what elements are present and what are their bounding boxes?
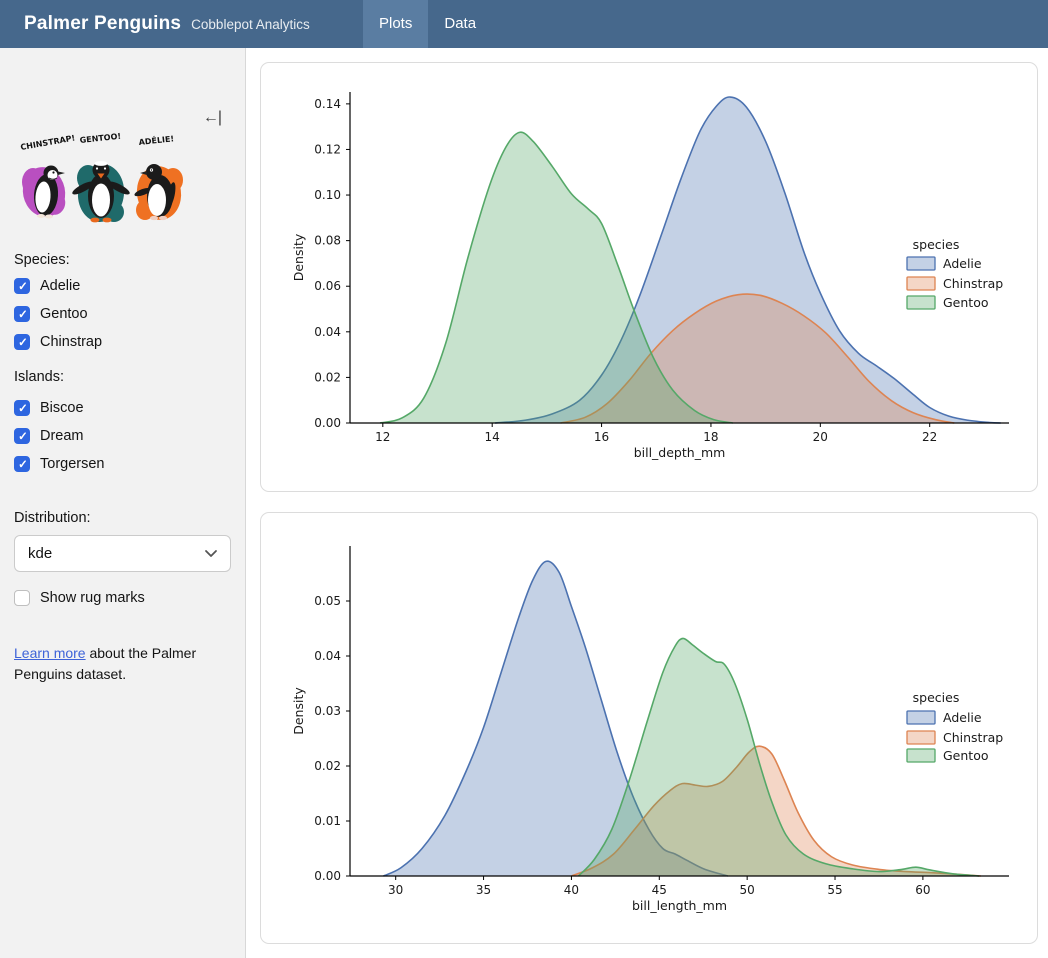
x-tick-label: 16	[594, 430, 609, 444]
checkbox-island-dream[interactable]: Dream	[14, 428, 84, 444]
checkbox-icon	[14, 400, 30, 416]
legend-title: species	[913, 237, 960, 252]
app-title: Palmer Penguins	[24, 13, 181, 35]
checkbox-island-torgersen[interactable]: Torgersen	[14, 456, 104, 472]
checkbox-species-chinstrap[interactable]: Chinstrap	[14, 334, 102, 350]
adelie-penguin-illustration	[133, 163, 184, 223]
legend-label-Gentoo: Gentoo	[943, 295, 989, 310]
distribution-label: Distribution:	[14, 510, 91, 526]
checkbox-species-gentoo[interactable]: Gentoo	[14, 306, 88, 322]
plot-card-bill-depth: 12 14 16 18 20 22 0.00 0.02 0.04 0.06 0.08 0.10 0.12…	[260, 62, 1038, 492]
x-tick-label: 14	[485, 430, 500, 444]
x-tick-label: 30	[388, 883, 403, 897]
legend-patch-Gentoo	[907, 749, 935, 762]
checkbox-label: Torgersen	[40, 456, 104, 472]
y-axis-label: Density	[291, 687, 306, 735]
checkbox-species-adelie[interactable]: Adelie	[14, 278, 80, 294]
tab-data[interactable]: Data	[428, 0, 492, 48]
legend-label-Chinstrap: Chinstrap	[943, 730, 1003, 745]
legend-patch-Adelie	[907, 711, 935, 724]
tab-plots[interactable]: Plots	[363, 0, 428, 48]
legend-patch-Adelie	[907, 257, 935, 270]
islands-section-label: Islands:	[14, 369, 64, 385]
legend-label-Gentoo: Gentoo	[943, 748, 989, 763]
x-tick-label: 12	[375, 430, 390, 444]
y-tick-label: 0.14	[314, 97, 341, 111]
legend-title: species	[913, 690, 960, 705]
legend-label-Adelie: Adelie	[943, 710, 982, 725]
species-section-label: Species:	[14, 252, 70, 268]
x-tick-label: 20	[813, 430, 828, 444]
artwork-label-chinstrap: CHINSTRAP!	[20, 133, 76, 151]
app-window: Palmer Penguins Cobblepot Analytics Plot…	[0, 0, 1048, 958]
legend-patch-Chinstrap	[907, 731, 935, 744]
navbar: Palmer Penguins Cobblepot Analytics Plot…	[0, 0, 1048, 48]
kde-chart-bill-length: 30 35 40 45 50 55 60 0.00 0.01 0.02 0.03 0.04 0.05 bi…	[261, 513, 1037, 943]
x-tick-label: 60	[915, 883, 930, 897]
learn-more-link[interactable]: Learn more	[14, 645, 86, 661]
y-tick-label: 0.00	[314, 869, 341, 883]
y-axis-label: Density	[291, 233, 306, 281]
x-axis-label: bill_length_mm	[632, 898, 727, 913]
y-tick-label: 0.01	[314, 814, 341, 828]
artwork-label-adelie: ADÉLIE!	[138, 132, 174, 147]
app-subtitle: Cobblepot Analytics	[191, 17, 310, 32]
checkbox-icon	[14, 306, 30, 322]
legend-label-Chinstrap: Chinstrap	[943, 276, 1003, 291]
checkbox-label: Adelie	[40, 278, 80, 294]
checkbox-label: Chinstrap	[40, 334, 102, 350]
chevron-down-icon	[204, 549, 218, 558]
x-tick-label: 40	[564, 883, 579, 897]
chinstrap-penguin-illustration	[18, 163, 69, 221]
y-tick-label: 0.08	[314, 234, 341, 248]
nav-tabs: Plots Data	[363, 0, 492, 48]
y-tick-label: 0.04	[314, 325, 341, 339]
checkbox-icon	[14, 334, 30, 350]
checkbox-icon	[14, 590, 30, 606]
checkbox-icon	[14, 456, 30, 472]
checkbox-label: Show rug marks	[40, 590, 145, 606]
y-tick-label: 0.12	[314, 142, 341, 156]
kde-chart-bill-depth: 12 14 16 18 20 22 0.00 0.02 0.04 0.06 0.08 0.10 0.12…	[261, 63, 1037, 491]
y-tick-label: 0.05	[314, 594, 341, 608]
y-tick-label: 0.04	[314, 649, 341, 663]
y-tick-label: 0.00	[314, 416, 341, 430]
legend-label-Adelie: Adelie	[943, 256, 982, 271]
artwork-label-gentoo: GENTOO!	[79, 132, 121, 145]
x-tick-label: 55	[827, 883, 842, 897]
y-tick-label: 0.03	[314, 704, 341, 718]
checkbox-icon	[14, 278, 30, 294]
sidebar: ←|	[0, 48, 246, 958]
about-text: Learn more about the Palmer Penguins dat…	[14, 643, 226, 685]
x-tick-label: 35	[476, 883, 491, 897]
penguins-artwork: CHINSTRAP! GENTOO! ADÉLIE!	[13, 132, 191, 230]
distribution-select[interactable]: kde	[14, 535, 231, 572]
distribution-select-value: kde	[28, 545, 204, 562]
plot-card-bill-length: 30 35 40 45 50 55 60 0.00 0.01 0.02 0.03 0.04 0.05 bi…	[260, 512, 1038, 944]
x-tick-label: 50	[740, 883, 755, 897]
checkbox-show-rug-marks[interactable]: Show rug marks	[14, 590, 145, 606]
x-tick-label: 18	[703, 430, 718, 444]
x-tick-label: 45	[652, 883, 667, 897]
y-tick-label: 0.02	[314, 759, 341, 773]
checkbox-label: Biscoe	[40, 400, 84, 416]
checkbox-island-biscoe[interactable]: Biscoe	[14, 400, 84, 416]
legend-patch-Chinstrap	[907, 277, 935, 290]
checkbox-icon	[14, 428, 30, 444]
x-axis-label: bill_depth_mm	[634, 445, 726, 460]
sidebar-collapse-icon[interactable]: ←|	[203, 108, 221, 128]
y-tick-label: 0.06	[314, 279, 341, 293]
y-tick-label: 0.02	[314, 370, 341, 384]
y-tick-label: 0.10	[314, 188, 341, 202]
gentoo-penguin-illustration	[71, 161, 132, 224]
x-tick-label: 22	[922, 430, 937, 444]
checkbox-label: Gentoo	[40, 306, 88, 322]
checkbox-label: Dream	[40, 428, 84, 444]
legend-patch-Gentoo	[907, 296, 935, 309]
